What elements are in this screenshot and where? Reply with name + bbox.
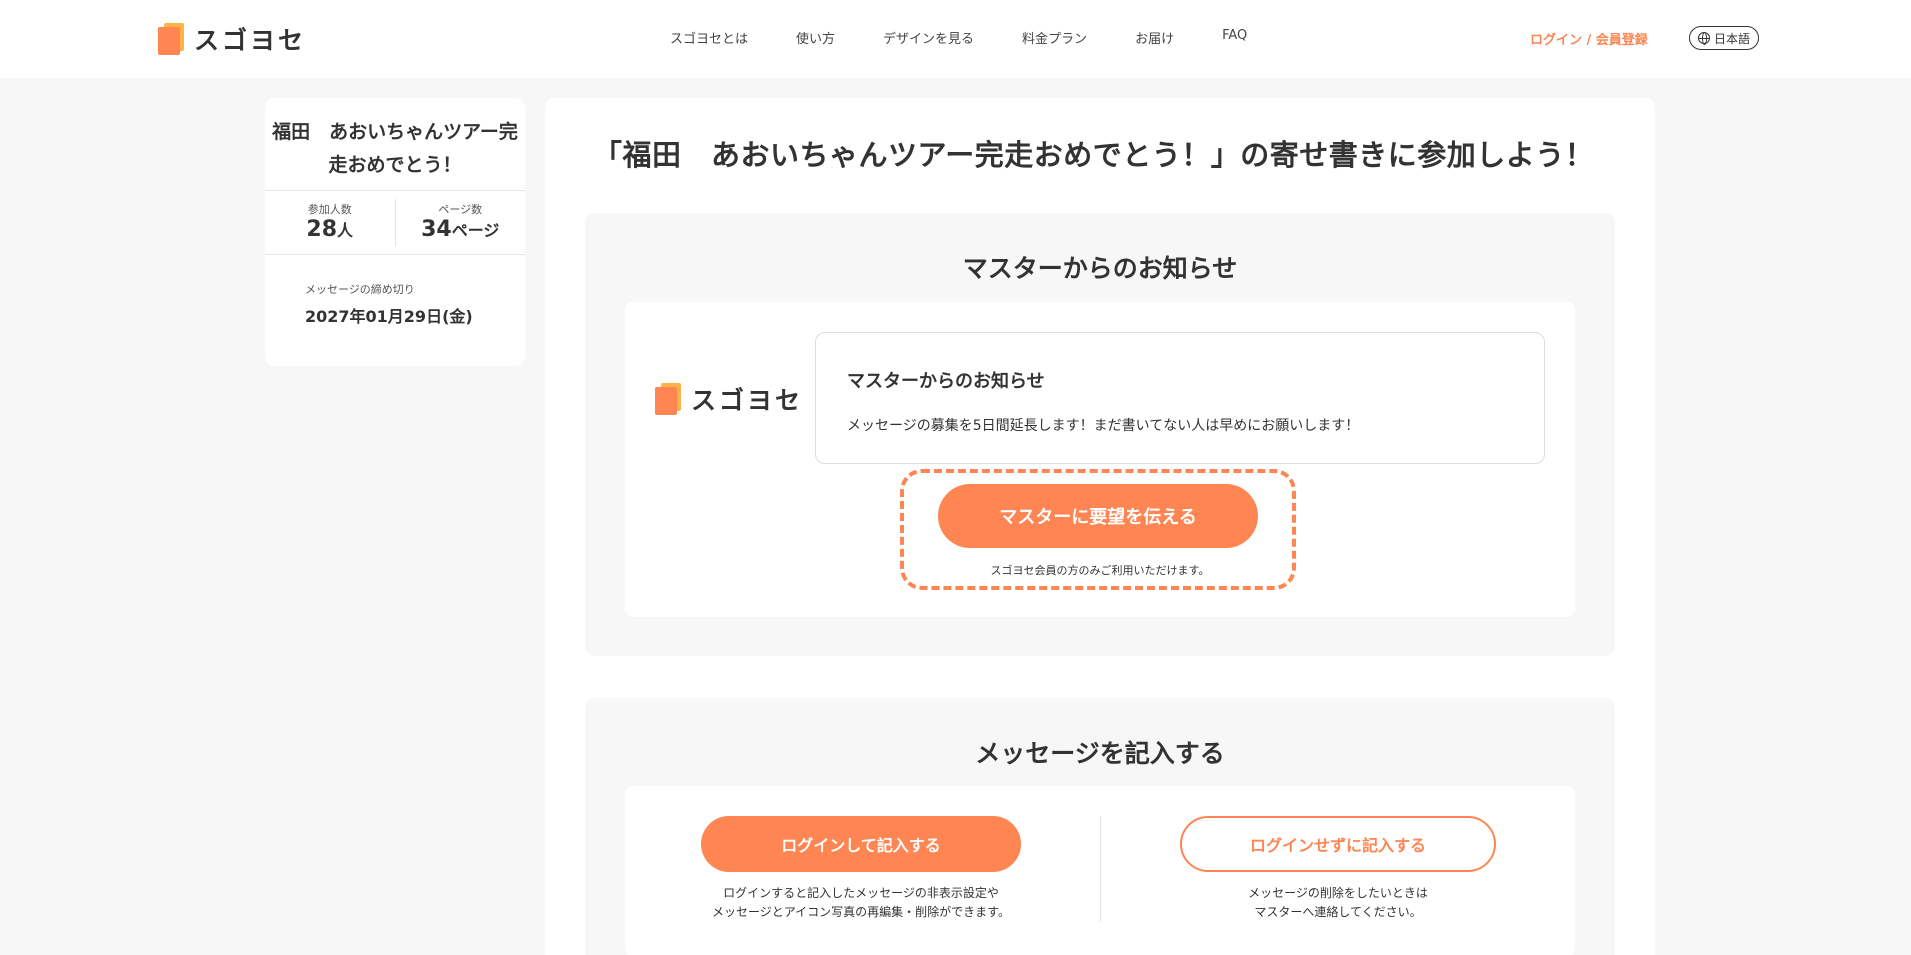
deadline-block: メッセージの締め切り 2027年01月29日(金) xyxy=(265,255,525,327)
write-message-section: メッセージを記入する ログインして記入する ログインせずに記入する ログインする… xyxy=(585,698,1615,955)
logo-icon xyxy=(655,383,683,415)
guest-note-line2: マスターへ連絡してください。 xyxy=(1254,905,1422,919)
write-heading: メッセージを記入する xyxy=(975,739,1225,768)
globe-icon xyxy=(1698,32,1710,45)
participants-label: 参加人数 xyxy=(307,203,352,216)
nav-item-delivery[interactable]: お届け xyxy=(1135,28,1174,47)
pages-label: ページ数 xyxy=(438,203,483,216)
nav-item-designs[interactable]: デザインを見る xyxy=(883,28,974,47)
login-note-line1: ログインすると記入したメッセージの非表示設定や xyxy=(723,886,999,900)
notice-box-text: メッセージの募集を5日間延長します！まだ書いてない人は早めにお願いします！ xyxy=(847,418,1360,434)
logo-icon xyxy=(158,23,186,55)
notice-panel: スゴヨセ マスターからのお知らせ メッセージの募集を5日間延長します！まだ書いて… xyxy=(625,302,1575,617)
pages-value: 34 xyxy=(421,217,452,242)
board-title: 福田 あおいちゃんツアー完 走おめでとう！ xyxy=(265,98,525,190)
request-note: スゴヨセ会員の方のみご利用いただけます。 xyxy=(990,564,1210,577)
logo[interactable]: スゴヨセ xyxy=(158,22,306,56)
pages-unit: ページ xyxy=(451,221,500,240)
board-title-line2: 走おめでとう！ xyxy=(328,154,462,176)
deadline-value: 2027年01月29日(金) xyxy=(305,307,473,326)
main-nav: スゴヨセとは 使い方 デザインを見る 料金プラン お届け FAQ xyxy=(670,28,1295,47)
nav-item-pricing[interactable]: 料金プラン xyxy=(1022,28,1087,47)
login-note-line2: メッセージとアイコン写真の再編集・削除ができます。 xyxy=(712,905,1010,919)
guest-write-note: メッセージの削除をしたいときは マスターへ連絡してください。 xyxy=(1180,884,1496,922)
login-register-link[interactable]: ログイン / 会員登録 xyxy=(1530,29,1648,48)
logo-text: スゴヨセ xyxy=(194,26,307,55)
write-panel: ログインして記入する ログインせずに記入する ログインすると記入したメッセージの… xyxy=(625,786,1575,955)
divider xyxy=(1100,816,1101,922)
notice-logo-text: スゴヨセ xyxy=(691,386,804,415)
participants-value: 28 xyxy=(306,217,338,242)
deadline-label: メッセージの締め切り xyxy=(305,283,415,296)
nav-item-faq[interactable]: FAQ xyxy=(1222,28,1247,47)
board-title-line1: 福田 あおいちゃんツアー完 xyxy=(272,121,518,143)
site-header: スゴヨセ スゴヨセとは 使い方 デザインを見る 料金プラン お届け FAQ ログ… xyxy=(0,0,1911,78)
login-and-write-button[interactable]: ログインして記入する xyxy=(701,816,1021,872)
participants-unit: 人 xyxy=(337,221,354,240)
language-label: 日本語 xyxy=(1714,31,1751,46)
board-stats: 参加人数 28人 ページ数 34ページ xyxy=(265,190,525,255)
pages-stat: ページ数 34ページ xyxy=(394,199,526,246)
notice-message-box: マスターからのお知らせ メッセージの募集を5日間延長します！まだ書いてない人は早… xyxy=(815,332,1545,464)
nav-item-about[interactable]: スゴヨセとは xyxy=(670,28,748,47)
master-notice-section: マスターからのお知らせ スゴヨセ マスターからのお知らせ メッセージの募集を5日… xyxy=(585,213,1615,656)
board-summary-card: 福田 あおいちゃんツアー完 走おめでとう！ 参加人数 28人 ページ数 34ペー… xyxy=(265,98,525,366)
page-title: 「福田 あおいちゃんツアー完走おめでとう！」の寄せ書きに参加しよう！ xyxy=(593,138,1595,172)
login-write-note: ログインすると記入したメッセージの非表示設定や メッセージとアイコン写真の再編集… xyxy=(701,884,1021,922)
participants-stat: 参加人数 28人 xyxy=(265,191,395,254)
request-to-master-button[interactable]: マスターに要望を伝える xyxy=(938,484,1258,548)
language-selector[interactable]: 日本語 xyxy=(1689,26,1760,50)
notice-logo: スゴヨセ xyxy=(655,381,803,417)
guest-note-line1: メッセージの削除をしたいときは xyxy=(1248,886,1428,900)
main-content-card: 「福田 あおいちゃんツアー完走おめでとう！」の寄せ書きに参加しよう！ マスターか… xyxy=(545,98,1655,955)
write-without-login-button[interactable]: ログインせずに記入する xyxy=(1180,816,1496,872)
notice-heading: マスターからのお知らせ xyxy=(962,254,1238,283)
notice-box-title: マスターからのお知らせ xyxy=(847,371,1045,392)
nav-item-how-to[interactable]: 使い方 xyxy=(796,28,835,47)
